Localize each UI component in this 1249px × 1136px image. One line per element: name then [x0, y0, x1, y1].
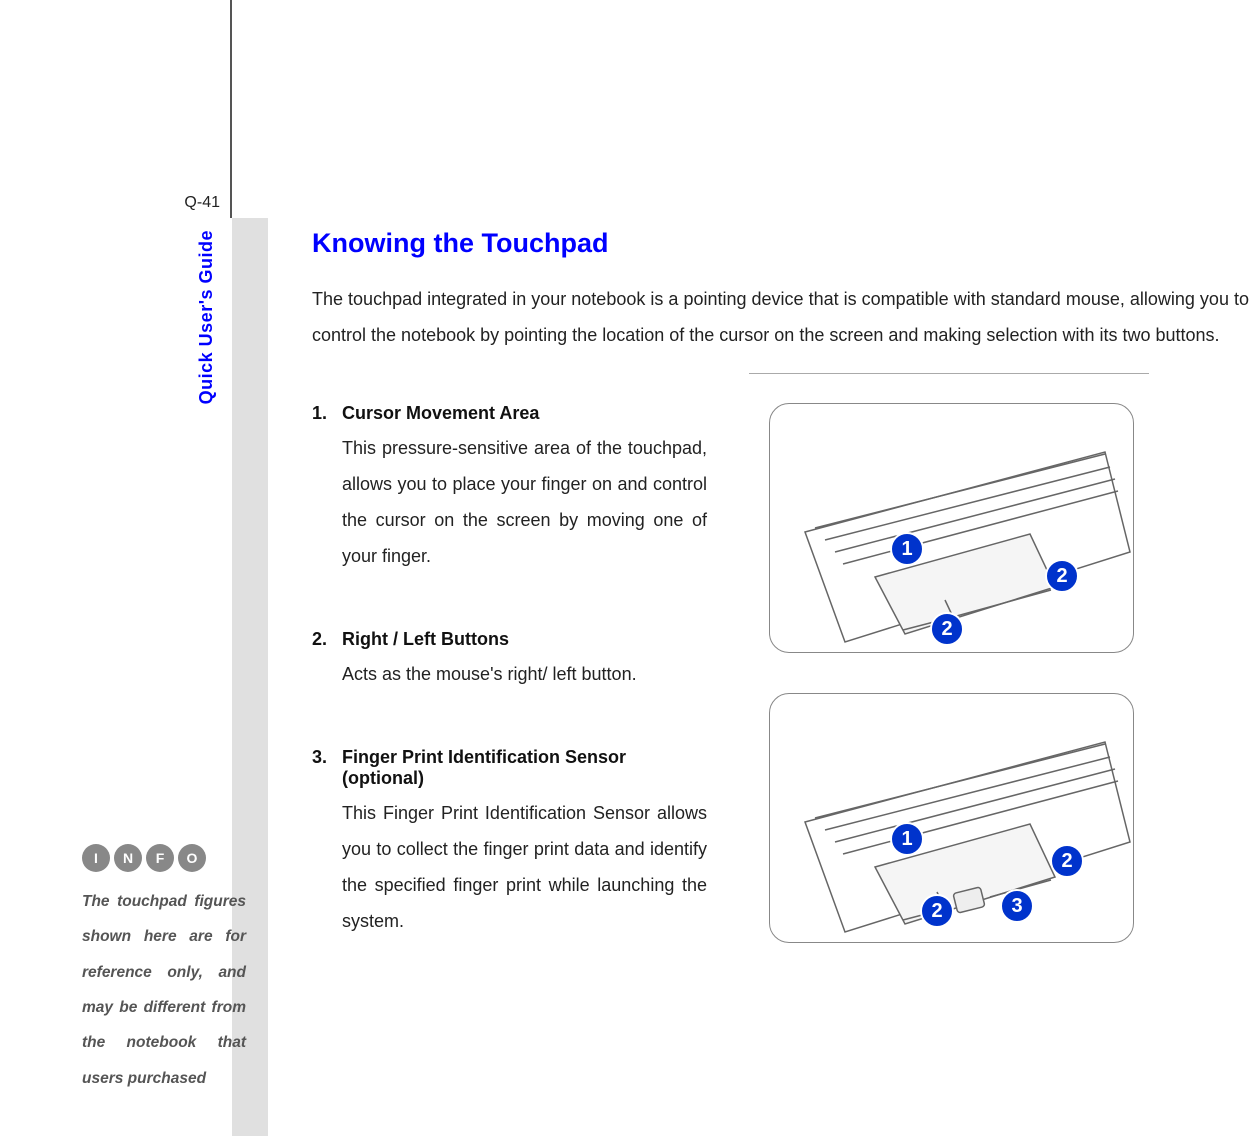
page-title: Knowing the Touchpad: [312, 228, 1249, 259]
info-icon-row: I N F O: [82, 844, 246, 872]
info-note: I N F O The touchpad figures shown here …: [82, 844, 246, 1096]
list-item-1: 1. Cursor Movement Area This pressure-se…: [312, 403, 707, 574]
page-number-area: Q-41: [0, 0, 232, 218]
info-icon-o: O: [178, 844, 206, 872]
callout-badge-3: 3: [1000, 889, 1034, 923]
callout-badge-1: 1: [890, 532, 924, 566]
callout-badge-2-right: 2: [1050, 844, 1084, 878]
item-2-title: Right / Left Buttons: [342, 629, 707, 650]
intro-paragraph: The touchpad integrated in your notebook…: [312, 281, 1249, 353]
body-row: 1. Cursor Movement Area This pressure-se…: [312, 403, 1249, 994]
figure-column: 1 2 2: [749, 403, 1149, 994]
item-3-title: Finger Print Identification Sensor (opti…: [342, 747, 707, 789]
item-2-number: 2.: [312, 629, 342, 650]
item-1-title: Cursor Movement Area: [342, 403, 707, 424]
info-note-text: The touchpad figures shown here are for …: [82, 884, 246, 1096]
item-3-body: This Finger Print Identification Sensor …: [342, 795, 707, 939]
callout-badge-2-right: 2: [1045, 559, 1079, 593]
vertical-section-title: Quick User's Guide: [196, 230, 222, 404]
main-content: Knowing the Touchpad The touchpad integr…: [312, 228, 1249, 994]
info-icon-n: N: [114, 844, 142, 872]
figure-divider: [749, 373, 1149, 374]
item-1-body: This pressure-sensitive area of the touc…: [342, 430, 707, 574]
info-icon-i: I: [82, 844, 110, 872]
info-icon-f: F: [146, 844, 174, 872]
list-item-3: 3. Finger Print Identification Sensor (o…: [312, 747, 707, 939]
list-item-2: 2. Right / Left Buttons Acts as the mous…: [312, 629, 707, 692]
item-3-number: 3.: [312, 747, 342, 789]
item-1-number: 1.: [312, 403, 342, 424]
callout-badge-1: 1: [890, 822, 924, 856]
numbered-list: 1. Cursor Movement Area This pressure-se…: [312, 403, 707, 994]
page-number: Q-41: [184, 194, 220, 212]
touchpad-figure-1: 1 2 2: [769, 403, 1134, 653]
laptop-illustration-1: [785, 412, 1145, 650]
touchpad-figure-2: 1 2 2 3: [769, 693, 1134, 943]
callout-badge-2-left: 2: [920, 894, 954, 928]
laptop-illustration-2: [785, 702, 1145, 940]
item-2-body: Acts as the mouse's right/ left button.: [342, 656, 707, 692]
callout-badge-2-left: 2: [930, 612, 964, 646]
